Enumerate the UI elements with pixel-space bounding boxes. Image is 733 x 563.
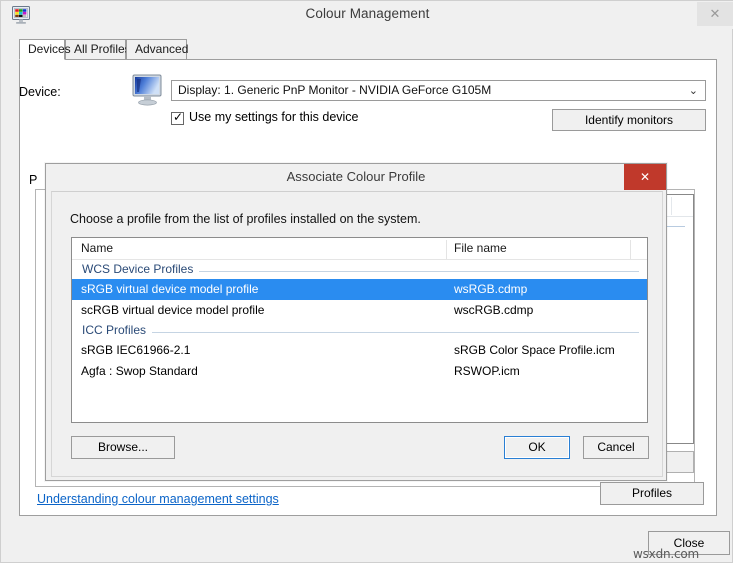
use-my-settings-label: Use my settings for this device <box>189 110 359 124</box>
tab-advanced[interactable]: Advanced <box>126 39 187 60</box>
list-group-header: ICC Profiles <box>72 321 647 340</box>
tabstrip: Devices All Profiles Advanced <box>19 39 719 60</box>
column-divider-1[interactable] <box>446 240 447 259</box>
use-my-settings-checkbox[interactable] <box>171 112 184 125</box>
profiles-group-label: P <box>29 173 37 187</box>
list-item-name: scRGB virtual device model profile <box>81 303 264 317</box>
tab-devices[interactable]: Devices <box>19 39 65 60</box>
profiles-button[interactable]: Profiles <box>600 482 704 505</box>
watermark: wsxdn.com <box>633 547 699 561</box>
list-item-name: sRGB virtual device model profile <box>81 282 258 296</box>
background-listview-column-divider <box>671 197 672 215</box>
browse-button[interactable]: Browse... <box>71 436 175 459</box>
understanding-colour-management-link[interactable]: Understanding colour management settings <box>37 492 279 506</box>
list-item-file: wsRGB.cdmp <box>454 282 527 296</box>
list-item-name: sRGB IEC61966-2.1 <box>81 343 190 357</box>
dialog-instruction: Choose a profile from the list of profil… <box>70 212 421 226</box>
list-item[interactable]: sRGB virtual device model profile wsRGB.… <box>72 279 647 300</box>
device-label: Device: <box>19 85 61 99</box>
cancel-button[interactable]: Cancel <box>583 436 649 459</box>
screen: Colour Management ✕ Devices All Profiles… <box>0 0 733 563</box>
list-item-file: wscRGB.cdmp <box>454 303 533 317</box>
listview-header: Name File name <box>72 238 647 260</box>
ok-button[interactable]: OK <box>504 436 570 459</box>
window-title: Colour Management <box>1 6 733 21</box>
dialog-titlebar: Associate Colour Profile ✕ <box>46 164 666 191</box>
profile-listview[interactable]: Name File name WCS Device Profiles sRGB … <box>71 237 648 423</box>
list-item[interactable]: Agfa : Swop Standard RSWOP.icm <box>72 361 647 382</box>
chevron-down-icon: ⌄ <box>689 84 698 97</box>
listview-rows: WCS Device Profiles sRGB virtual device … <box>72 260 647 382</box>
device-select[interactable]: Display: 1. Generic PnP Monitor - NVIDIA… <box>171 80 706 101</box>
list-item-file: RSWOP.icm <box>454 364 520 378</box>
group-label: ICC Profiles <box>82 323 152 337</box>
list-item[interactable]: scRGB virtual device model profile wscRG… <box>72 300 647 321</box>
column-header-file-name[interactable]: File name <box>454 241 507 255</box>
window-titlebar: Colour Management ✕ <box>1 1 733 29</box>
tab-all-profiles[interactable]: All Profiles <box>65 39 126 60</box>
window-close-button[interactable]: ✕ <box>697 2 733 26</box>
list-item-file: sRGB Color Space Profile.icm <box>454 343 615 357</box>
dialog-body: Choose a profile from the list of profil… <box>51 191 663 477</box>
device-select-value: Display: 1. Generic PnP Monitor - NVIDIA… <box>178 83 491 97</box>
column-divider-2[interactable] <box>630 240 631 259</box>
identify-monitors-button[interactable]: Identify monitors <box>552 109 706 131</box>
associate-colour-profile-dialog: Associate Colour Profile ✕ Choose a prof… <box>45 163 667 481</box>
list-group-header: WCS Device Profiles <box>72 260 647 279</box>
group-rule <box>82 332 639 333</box>
list-item[interactable]: sRGB IEC61966-2.1 sRGB Color Space Profi… <box>72 340 647 361</box>
monitor-icon <box>131 73 167 107</box>
dialog-close-button[interactable]: ✕ <box>624 164 666 190</box>
column-header-name[interactable]: Name <box>81 241 113 255</box>
group-label: WCS Device Profiles <box>82 262 199 276</box>
dialog-title: Associate Colour Profile <box>46 169 666 184</box>
list-item-name: Agfa : Swop Standard <box>81 364 198 378</box>
